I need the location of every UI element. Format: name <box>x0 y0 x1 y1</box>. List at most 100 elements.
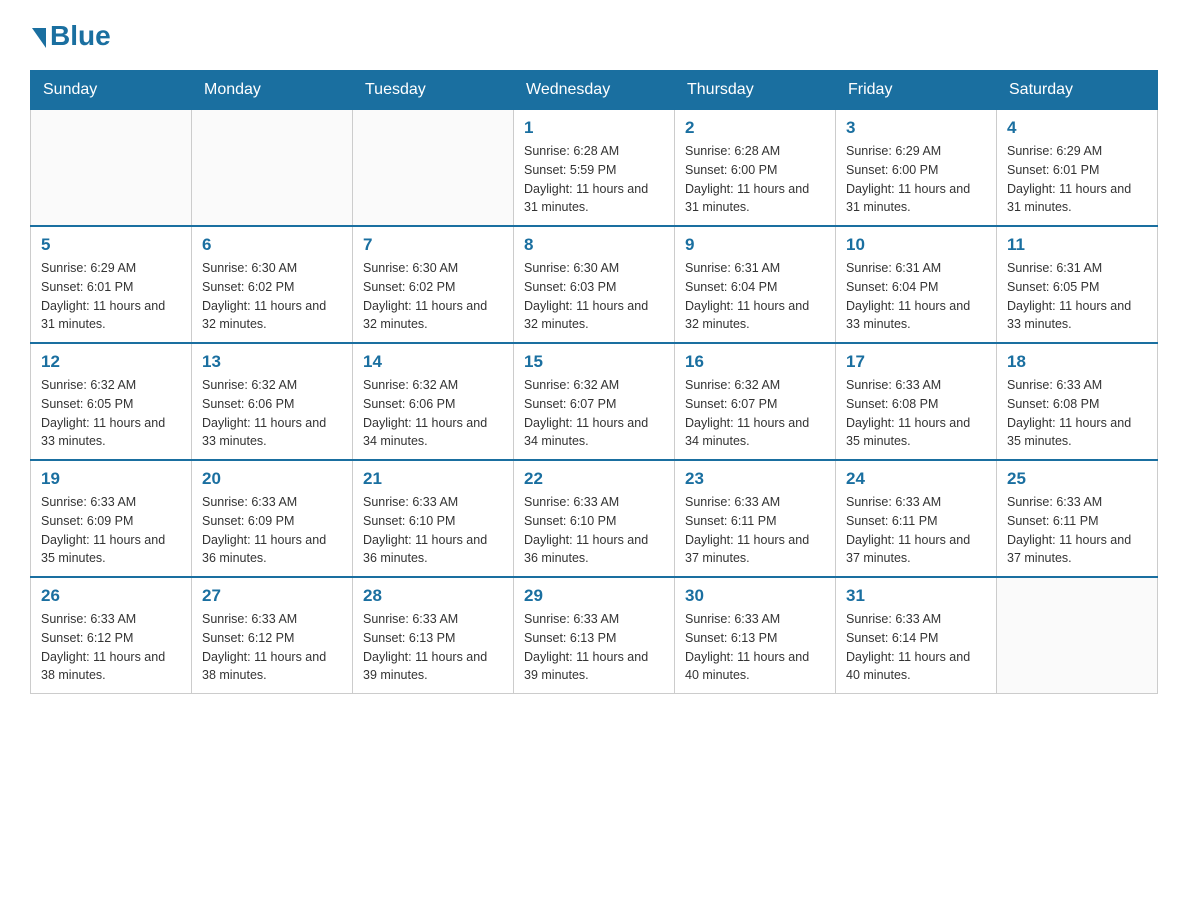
day-info-11: Sunrise: 6:31 AMSunset: 6:05 PMDaylight:… <box>1007 259 1147 334</box>
day-info-23: Sunrise: 6:33 AMSunset: 6:11 PMDaylight:… <box>685 493 825 568</box>
day-info-27: Sunrise: 6:33 AMSunset: 6:12 PMDaylight:… <box>202 610 342 685</box>
table-row: 15 Sunrise: 6:32 AMSunset: 6:07 PMDayligh… <box>514 343 675 460</box>
day-info-17: Sunrise: 6:33 AMSunset: 6:08 PMDaylight:… <box>846 376 986 451</box>
day-number-7: 7 <box>363 235 503 255</box>
day-info-1: Sunrise: 6:28 AMSunset: 5:59 PMDaylight:… <box>524 142 664 217</box>
page-header: Blue <box>30 20 1158 50</box>
day-info-29: Sunrise: 6:33 AMSunset: 6:13 PMDaylight:… <box>524 610 664 685</box>
table-row: 24 Sunrise: 6:33 AMSunset: 6:11 PMDayligh… <box>836 460 997 577</box>
table-row: 25Sunrise: 6:33 AMSunset: 6:11 PMDayligh… <box>997 460 1158 577</box>
table-row: 7 Sunrise: 6:30 AMSunset: 6:02 PMDaylight… <box>353 226 514 343</box>
day-number-4: 4 <box>1007 118 1147 138</box>
day-info-30: Sunrise: 6:33 AMSunset: 6:13 PMDaylight:… <box>685 610 825 685</box>
day-number-23: 23 <box>685 469 825 489</box>
table-row: 26 Sunrise: 6:33 AMSunset: 6:12 PMDayligh… <box>31 577 192 694</box>
calendar-header-row: SundayMondayTuesdayWednesdayThursdayFrid… <box>31 71 1158 110</box>
day-number-29: 29 <box>524 586 664 606</box>
day-number-19: 19 <box>41 469 181 489</box>
day-info-6: Sunrise: 6:30 AMSunset: 6:02 PMDaylight:… <box>202 259 342 334</box>
header-tuesday: Tuesday <box>353 71 514 110</box>
day-info-3: Sunrise: 6:29 AMSunset: 6:00 PMDaylight:… <box>846 142 986 217</box>
table-row: 18 Sunrise: 6:33 AMSunset: 6:08 PMDayligh… <box>997 343 1158 460</box>
day-number-27: 27 <box>202 586 342 606</box>
day-number-16: 16 <box>685 352 825 372</box>
day-info-18: Sunrise: 6:33 AMSunset: 6:08 PMDaylight:… <box>1007 376 1147 451</box>
day-info-15: Sunrise: 6:32 AMSunset: 6:07 PMDaylight:… <box>524 376 664 451</box>
table-row: 30 Sunrise: 6:33 AMSunset: 6:13 PMDayligh… <box>675 577 836 694</box>
day-number-18: 18 <box>1007 352 1147 372</box>
calendar-week-1: 1 Sunrise: 6:28 AMSunset: 5:59 PMDaylight… <box>31 110 1158 227</box>
day-number-15: 15 <box>524 352 664 372</box>
table-row: 5 Sunrise: 6:29 AMSunset: 6:01 PMDaylight… <box>31 226 192 343</box>
day-info-14: Sunrise: 6:32 AMSunset: 6:06 PMDaylight:… <box>363 376 503 451</box>
day-number-17: 17 <box>846 352 986 372</box>
table-row: 27 Sunrise: 6:33 AMSunset: 6:12 PMDayligh… <box>192 577 353 694</box>
day-number-13: 13 <box>202 352 342 372</box>
day-info-22: Sunrise: 6:33 AMSunset: 6:10 PMDaylight:… <box>524 493 664 568</box>
day-number-22: 22 <box>524 469 664 489</box>
day-number-21: 21 <box>363 469 503 489</box>
table-row <box>31 110 192 227</box>
calendar-week-4: 19 Sunrise: 6:33 AMSunset: 6:09 PMDayligh… <box>31 460 1158 577</box>
logo-triangle-icon <box>32 28 46 48</box>
table-row: 11Sunrise: 6:31 AMSunset: 6:05 PMDayligh… <box>997 226 1158 343</box>
table-row <box>192 110 353 227</box>
table-row: 10 Sunrise: 6:31 AMSunset: 6:04 PMDayligh… <box>836 226 997 343</box>
day-info-16: Sunrise: 6:32 AMSunset: 6:07 PMDaylight:… <box>685 376 825 451</box>
calendar-week-3: 12Sunrise: 6:32 AMSunset: 6:05 PMDayligh… <box>31 343 1158 460</box>
table-row <box>353 110 514 227</box>
day-number-26: 26 <box>41 586 181 606</box>
day-number-28: 28 <box>363 586 503 606</box>
day-number-3: 3 <box>846 118 986 138</box>
table-row: 2Sunrise: 6:28 AMSunset: 6:00 PMDaylight… <box>675 110 836 227</box>
table-row: 28 Sunrise: 6:33 AMSunset: 6:13 PMDayligh… <box>353 577 514 694</box>
table-row <box>997 577 1158 694</box>
day-info-24: Sunrise: 6:33 AMSunset: 6:11 PMDaylight:… <box>846 493 986 568</box>
day-info-5: Sunrise: 6:29 AMSunset: 6:01 PMDaylight:… <box>41 259 181 334</box>
day-number-10: 10 <box>846 235 986 255</box>
table-row: 8Sunrise: 6:30 AMSunset: 6:03 PMDaylight… <box>514 226 675 343</box>
day-number-30: 30 <box>685 586 825 606</box>
table-row: 23 Sunrise: 6:33 AMSunset: 6:11 PMDayligh… <box>675 460 836 577</box>
calendar-table: SundayMondayTuesdayWednesdayThursdayFrid… <box>30 70 1158 694</box>
day-number-5: 5 <box>41 235 181 255</box>
table-row: 20Sunrise: 6:33 AMSunset: 6:09 PMDayligh… <box>192 460 353 577</box>
table-row: 29 Sunrise: 6:33 AMSunset: 6:13 PMDayligh… <box>514 577 675 694</box>
table-row: 14Sunrise: 6:32 AMSunset: 6:06 PMDayligh… <box>353 343 514 460</box>
day-info-10: Sunrise: 6:31 AMSunset: 6:04 PMDaylight:… <box>846 259 986 334</box>
table-row: 19 Sunrise: 6:33 AMSunset: 6:09 PMDayligh… <box>31 460 192 577</box>
table-row: 16 Sunrise: 6:32 AMSunset: 6:07 PMDayligh… <box>675 343 836 460</box>
day-number-20: 20 <box>202 469 342 489</box>
table-row: 13Sunrise: 6:32 AMSunset: 6:06 PMDayligh… <box>192 343 353 460</box>
table-row: 21 Sunrise: 6:33 AMSunset: 6:10 PMDayligh… <box>353 460 514 577</box>
day-info-31: Sunrise: 6:33 AMSunset: 6:14 PMDaylight:… <box>846 610 986 685</box>
table-row: 31 Sunrise: 6:33 AMSunset: 6:14 PMDayligh… <box>836 577 997 694</box>
day-info-4: Sunrise: 6:29 AMSunset: 6:01 PMDaylight:… <box>1007 142 1147 217</box>
calendar-week-5: 26 Sunrise: 6:33 AMSunset: 6:12 PMDayligh… <box>31 577 1158 694</box>
day-info-26: Sunrise: 6:33 AMSunset: 6:12 PMDaylight:… <box>41 610 181 685</box>
day-info-9: Sunrise: 6:31 AMSunset: 6:04 PMDaylight:… <box>685 259 825 334</box>
table-row: 6 Sunrise: 6:30 AMSunset: 6:02 PMDaylight… <box>192 226 353 343</box>
day-info-8: Sunrise: 6:30 AMSunset: 6:03 PMDaylight:… <box>524 259 664 334</box>
day-info-12: Sunrise: 6:32 AMSunset: 6:05 PMDaylight:… <box>41 376 181 451</box>
logo-blue-text: Blue <box>50 20 111 52</box>
table-row: 17 Sunrise: 6:33 AMSunset: 6:08 PMDayligh… <box>836 343 997 460</box>
day-number-1: 1 <box>524 118 664 138</box>
day-info-21: Sunrise: 6:33 AMSunset: 6:10 PMDaylight:… <box>363 493 503 568</box>
day-number-2: 2 <box>685 118 825 138</box>
day-number-6: 6 <box>202 235 342 255</box>
calendar-week-2: 5 Sunrise: 6:29 AMSunset: 6:01 PMDaylight… <box>31 226 1158 343</box>
header-saturday: Saturday <box>997 71 1158 110</box>
header-monday: Monday <box>192 71 353 110</box>
day-info-19: Sunrise: 6:33 AMSunset: 6:09 PMDaylight:… <box>41 493 181 568</box>
table-row: 12Sunrise: 6:32 AMSunset: 6:05 PMDayligh… <box>31 343 192 460</box>
day-number-9: 9 <box>685 235 825 255</box>
day-number-24: 24 <box>846 469 986 489</box>
day-info-7: Sunrise: 6:30 AMSunset: 6:02 PMDaylight:… <box>363 259 503 334</box>
table-row: 3 Sunrise: 6:29 AMSunset: 6:00 PMDaylight… <box>836 110 997 227</box>
day-number-31: 31 <box>846 586 986 606</box>
table-row: 4 Sunrise: 6:29 AMSunset: 6:01 PMDaylight… <box>997 110 1158 227</box>
header-sunday: Sunday <box>31 71 192 110</box>
day-info-28: Sunrise: 6:33 AMSunset: 6:13 PMDaylight:… <box>363 610 503 685</box>
header-thursday: Thursday <box>675 71 836 110</box>
